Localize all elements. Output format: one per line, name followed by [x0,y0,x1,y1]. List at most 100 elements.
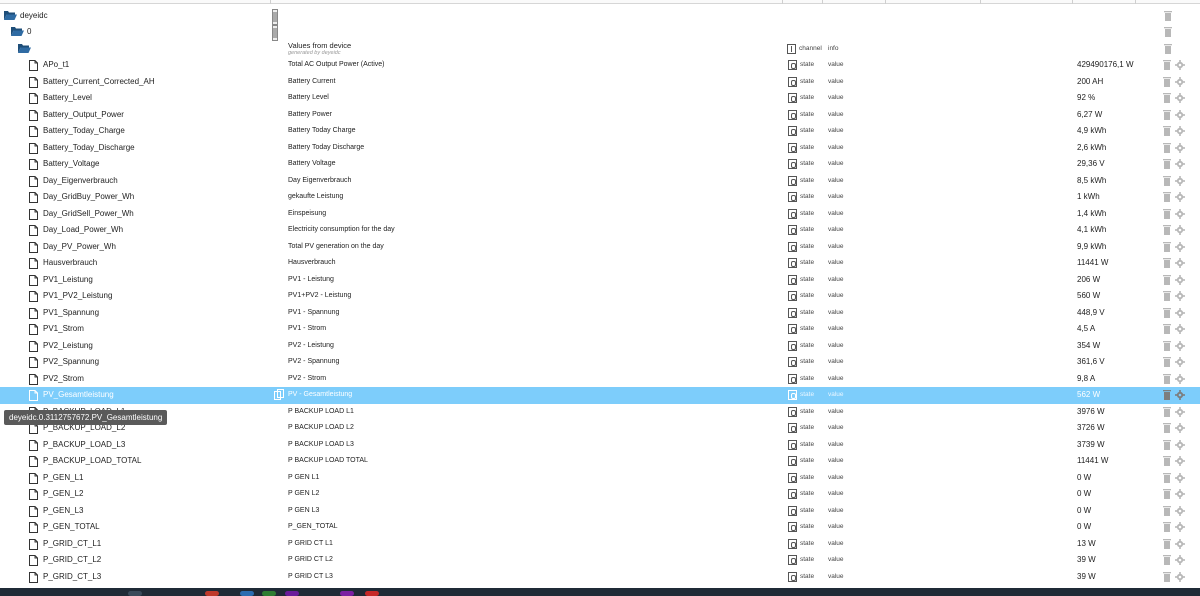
gear-icon[interactable] [1175,423,1185,433]
trash-icon[interactable] [1163,225,1171,235]
trash-icon[interactable] [1163,175,1171,186]
trash-icon[interactable] [1163,208,1171,219]
tree-node-adapter[interactable]: deyeidc [0,8,1200,25]
table-row[interactable]: PV1_PV2_Leistung PV1+PV2 - Leistung state v… [0,288,1200,305]
trash-icon[interactable] [1163,109,1171,120]
gear-icon[interactable] [1175,307,1185,318]
table-row[interactable]: P_GRID_CT_L2 P GRID CT L2 state value 39 W [0,552,1200,569]
trash-icon[interactable] [1163,142,1171,153]
trash-icon[interactable] [1163,373,1171,384]
object-value[interactable]: 1,4 kWh [1077,209,1106,218]
gear-icon[interactable] [1175,225,1185,235]
table-row[interactable]: Day_GridSell_Power_Wh Einspeisung state val… [0,206,1200,223]
column-resize-handle[interactable] [272,25,278,41]
gear-icon[interactable] [1175,406,1185,417]
gear-icon[interactable] [1175,208,1185,219]
gear-icon[interactable] [1175,522,1185,532]
trash-icon[interactable] [1163,258,1171,268]
trash-icon[interactable] [1163,93,1171,103]
gear-icon[interactable] [1175,126,1185,136]
gear-icon[interactable] [1175,76,1185,87]
gear-icon[interactable] [1175,456,1185,466]
trash-icon[interactable] [1163,538,1171,549]
object-value[interactable]: 39 W [1077,555,1096,564]
object-value[interactable]: 1 kWh [1077,192,1100,201]
trash-icon[interactable] [1163,522,1171,532]
gear-icon[interactable] [1175,340,1185,351]
gear-icon[interactable] [1175,489,1185,499]
object-value[interactable]: 562 W [1077,390,1100,399]
object-value[interactable]: 6,27 W [1077,110,1102,119]
gear-icon[interactable] [1175,324,1185,334]
table-row[interactable]: P_GEN_TOTAL P_GEN_TOTAL state value 0 W [0,519,1200,536]
object-value[interactable]: 354 W [1077,341,1100,350]
table-row[interactable]: P_GEN_L3 P GEN L3 state value 0 W [0,503,1200,520]
gear-icon[interactable] [1175,555,1185,565]
table-row[interactable]: P_GRID_CT_L3 P GRID CT L3 state value 39 W [0,569,1200,586]
table-row[interactable]: P_BACKUP_LOAD_L3 P BACKUP LOAD L3 state val… [0,437,1200,454]
trash-icon[interactable] [1163,423,1171,433]
table-row[interactable]: PV_Gesamtleistung PV - Gesamtleistung stat… [0,387,1200,404]
trash-icon[interactable] [1163,390,1171,400]
table-row[interactable]: PV2_Spannung PV2 - Spannung state value 361,… [0,354,1200,371]
trash-icon[interactable] [1163,192,1171,202]
trash-icon[interactable] [1163,126,1171,136]
table-row[interactable]: PV2_Leistung PV2 - Leistung state value 354 … [0,338,1200,355]
trash-icon[interactable] [1163,324,1171,334]
table-row[interactable]: P_GEN_L2 P GEN L2 state value 0 W [0,486,1200,503]
table-row[interactable]: APo_t1 Total AC Output Power (Active) stat… [0,57,1200,74]
object-value[interactable]: 9,8 A [1077,374,1095,383]
trash-icon[interactable] [1163,439,1171,450]
gear-icon[interactable] [1175,390,1185,400]
gear-icon[interactable] [1175,571,1185,582]
gear-icon[interactable] [1175,142,1185,153]
trash-icon[interactable] [1163,456,1171,466]
table-row[interactable]: Battery_Output_Power Battery Power state va… [0,107,1200,124]
gear-icon[interactable] [1175,93,1185,103]
table-row[interactable]: Battery_Level Battery Level state value 92 % [0,90,1200,107]
table-row[interactable]: PV1_Strom PV1 - Strom state value 4,5 A [0,321,1200,338]
object-value[interactable]: 4,9 kWh [1077,126,1106,135]
object-value[interactable]: 92 % [1077,93,1095,102]
gear-icon[interactable] [1175,291,1185,301]
object-value[interactable]: 206 W [1077,275,1100,284]
table-row[interactable]: Battery_Today_Charge Battery Today Charge… [0,123,1200,140]
table-row[interactable]: P_BACKUP_LOAD_L2 P BACKUP LOAD L2 state val… [0,420,1200,437]
object-value[interactable]: 39 W [1077,572,1096,581]
object-value[interactable]: 2,6 kWh [1077,143,1106,152]
table-row[interactable]: Day_GridBuy_Power_Wh gekaufte Leistung sta… [0,189,1200,206]
trash-icon[interactable] [1164,11,1172,21]
table-row[interactable]: Day_PV_Power_Wh Total PV generation on th… [0,239,1200,256]
object-value[interactable]: 4,1 kWh [1077,225,1106,234]
object-value[interactable]: 448,9 V [1077,308,1105,317]
object-value[interactable]: 13 W [1077,539,1096,548]
table-row[interactable]: Day_Load_Power_Wh Electricity consumption… [0,222,1200,239]
gear-icon[interactable] [1175,159,1185,169]
object-value[interactable]: 3726 W [1077,423,1105,432]
trash-icon[interactable] [1163,357,1171,367]
table-row[interactable]: Hausverbrauch Hausverbrauch state value 1144… [0,255,1200,272]
gear-icon[interactable] [1175,241,1185,252]
folder-open-icon[interactable] [11,26,24,37]
trash-icon[interactable] [1163,555,1171,565]
gear-icon[interactable] [1175,258,1185,268]
table-row[interactable]: PV2_Strom PV2 - Strom state value 9,8 A [0,371,1200,388]
object-value[interactable]: 3739 W [1077,440,1105,449]
object-value[interactable]: 361,6 V [1077,357,1105,366]
trash-icon[interactable] [1163,406,1171,417]
copy-icon[interactable] [274,389,285,400]
gear-icon[interactable] [1175,357,1185,367]
gear-icon[interactable] [1175,538,1185,549]
folder-open-icon[interactable] [4,10,17,21]
object-value[interactable]: 0 W [1077,522,1091,531]
object-value[interactable]: 29,36 V [1077,159,1105,168]
trash-icon[interactable] [1163,274,1171,285]
table-row[interactable]: P_GRID_CT_L1 P GRID CT L1 state value 13 W [0,536,1200,553]
trash-icon[interactable] [1163,489,1171,499]
trash-icon[interactable] [1163,60,1171,70]
table-row[interactable]: Battery_Current_Corrected_AH Battery Curr… [0,74,1200,91]
trash-icon[interactable] [1163,291,1171,301]
gear-icon[interactable] [1175,109,1185,120]
gear-icon[interactable] [1175,60,1185,70]
object-value[interactable]: 0 W [1077,506,1091,515]
